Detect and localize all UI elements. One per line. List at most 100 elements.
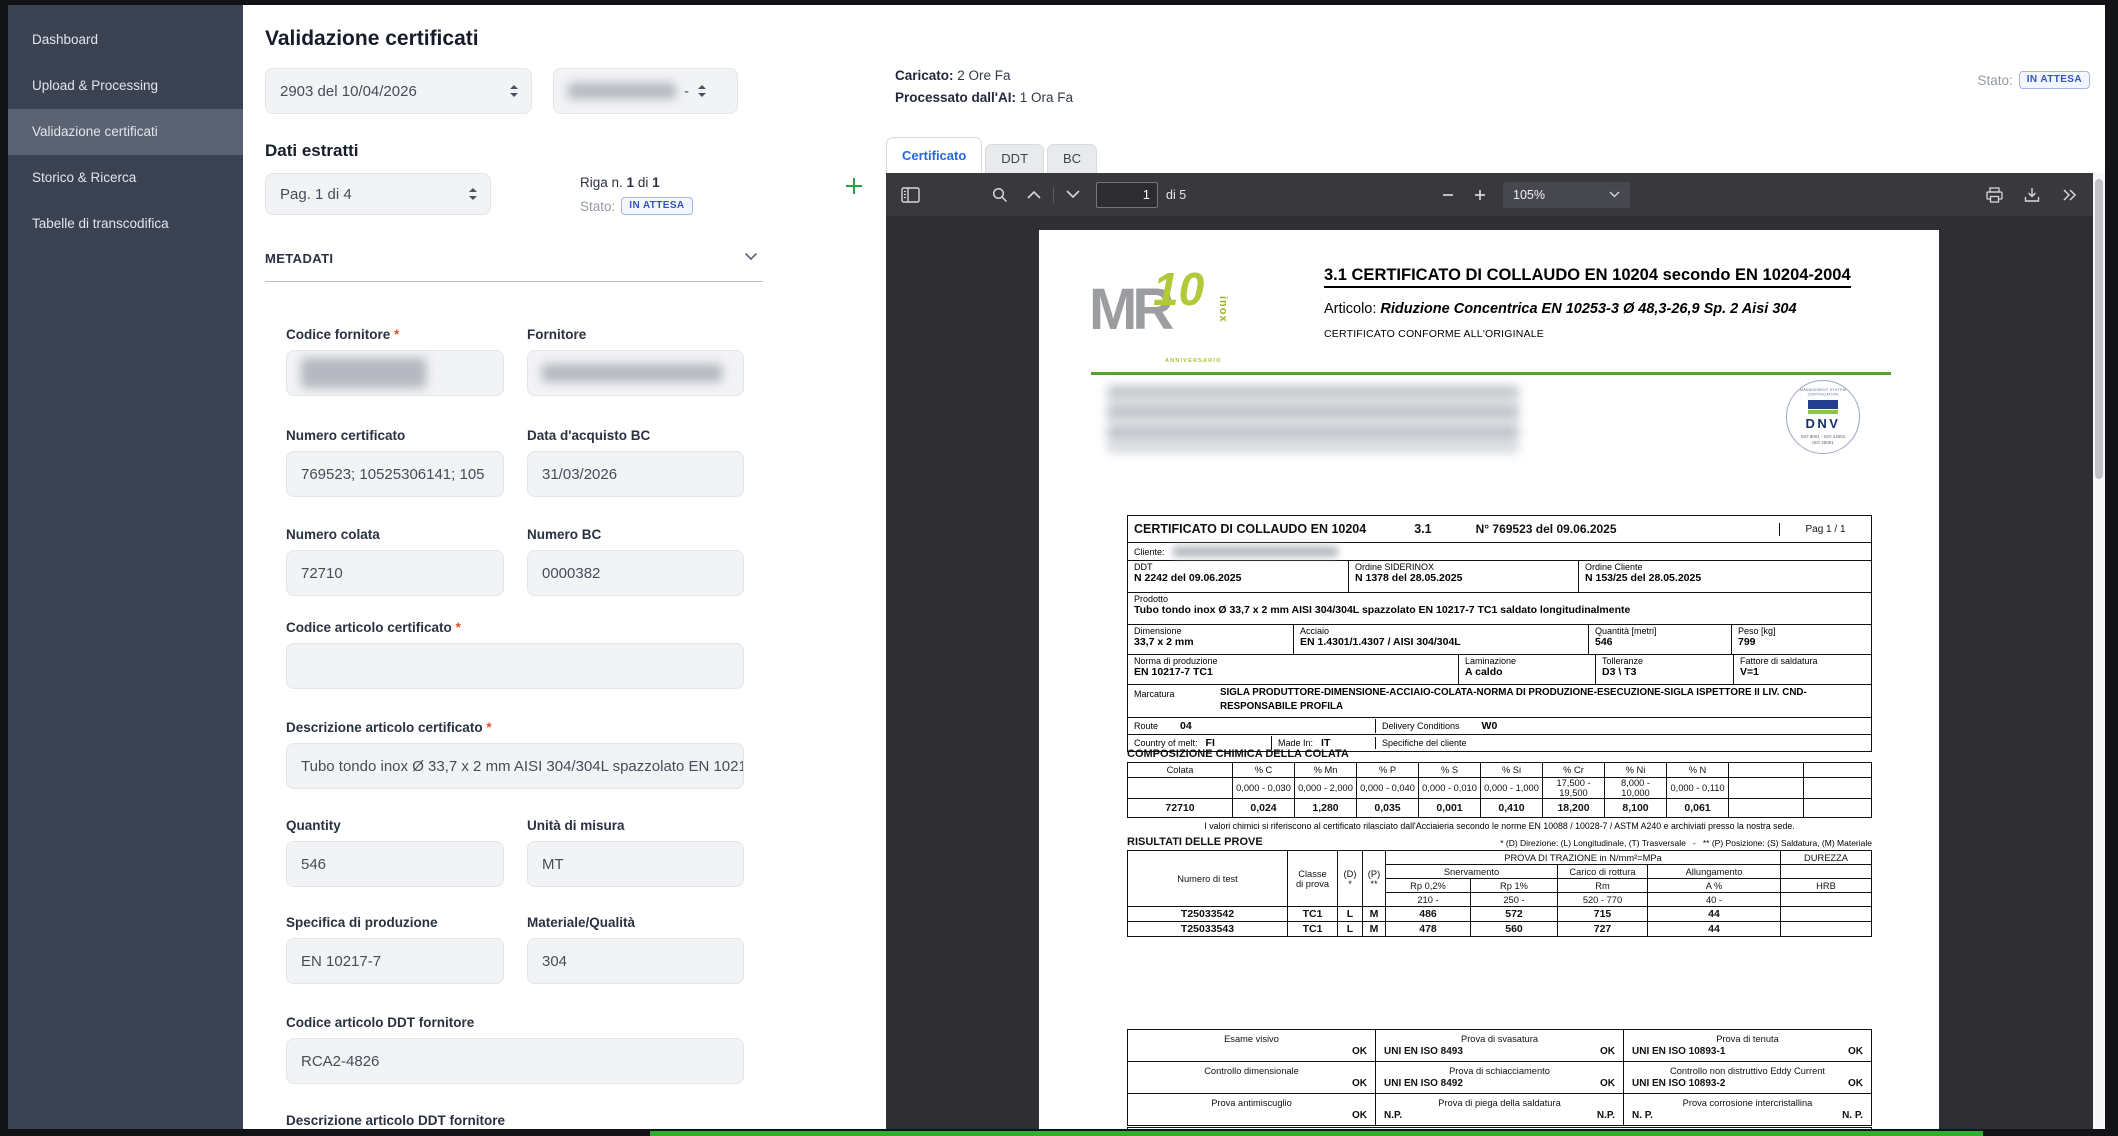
chem-value: 8,100: [1605, 799, 1667, 818]
processato-label: Processato dall'AI:: [895, 90, 1016, 105]
prove-header-allungamento: Allungamento: [1648, 865, 1781, 879]
numero-bc-input[interactable]: 0000382: [527, 550, 744, 596]
prove-header-carico: Carico di rottura: [1558, 865, 1648, 879]
redacted-address-block: [1107, 386, 1519, 452]
dnv-iso-line1: ISO 9001 - ISO 14001: [1801, 434, 1846, 439]
prove-cell: M: [1363, 922, 1386, 937]
ddt-value: N 2242 del 09.06.2025: [1134, 572, 1342, 584]
zoom-level-select[interactable]: 105%: [1503, 182, 1630, 208]
sidebar-item-validazione-certificati[interactable]: Validazione certificati: [8, 109, 243, 155]
prove-range: 520 - 770: [1558, 893, 1648, 907]
test-cell: Prova corrosione intercristallinaN. P.N.…: [1624, 1094, 1872, 1126]
laminazione-value: A caldo: [1465, 666, 1589, 678]
test-cell: Prova di schiacciamentoUNI EN ISO 8492OK: [1376, 1062, 1624, 1094]
unita-misura-input[interactable]: MT: [527, 841, 744, 887]
toolbar-more-icon[interactable]: [2057, 182, 2083, 208]
prove-cell: T25033543: [1128, 922, 1288, 937]
chem-range: 0,000 - 0,110: [1667, 778, 1729, 799]
sidebar-item-tabelle-transcodifica[interactable]: Tabelle di transcodifica: [8, 201, 243, 247]
codice-articolo-ddt-input[interactable]: RCA2-4826: [286, 1038, 744, 1084]
row-select[interactable]: -: [553, 68, 738, 114]
chem-value: 0,001: [1419, 799, 1481, 818]
zoom-in-icon[interactable]: [1467, 182, 1493, 208]
prove-header-a: A %: [1648, 879, 1781, 893]
previous-page-icon[interactable]: [1021, 182, 1047, 208]
dnv-certification-badge: MANAGEMENT SYSTEM CERTIFICATION DNV ISO …: [1781, 380, 1865, 476]
sidebar-item-storico-ricerca[interactable]: Storico & Ricerca: [8, 155, 243, 201]
field-data-acquisto-bc: Data d'acquisto BC 31/03/2026: [527, 428, 744, 497]
materiale-qualita-input[interactable]: 304: [527, 938, 744, 984]
chem-header: % Si: [1481, 763, 1543, 778]
field-value: EN 10217-7: [301, 953, 381, 970]
field-value: Tubo tondo inox Ø 33,7 x 2 mm AISI 304/3…: [301, 758, 744, 775]
peso-label: Peso [kg]: [1738, 626, 1865, 636]
field-unita-misura: Unità di misura MT: [527, 818, 744, 887]
add-row-button[interactable]: [841, 173, 867, 199]
sidebar-toggle-icon[interactable]: [897, 182, 923, 208]
prove-header-d: (D)*: [1338, 851, 1363, 907]
prodotto-label: Prodotto: [1134, 594, 1865, 604]
dimensione-value: 33,7 x 2 mm: [1134, 636, 1287, 648]
sidebar-item-upload-processing[interactable]: Upload & Processing: [8, 63, 243, 109]
zoom-level-value: 105%: [1513, 188, 1609, 202]
field-label: Numero BC: [527, 527, 744, 542]
required-asterisk: *: [456, 620, 461, 635]
numero-colata-input[interactable]: 72710: [286, 550, 504, 596]
norma-value: EN 10217-7 TC1: [1134, 666, 1452, 678]
chem-header: % Ni: [1605, 763, 1667, 778]
page-number-input[interactable]: [1096, 182, 1158, 208]
pdf-scrollbar[interactable]: [2093, 173, 2105, 1129]
fattore-saldatura-label: Fattore di saldatura: [1740, 656, 1865, 666]
codice-articolo-certificato-input[interactable]: [286, 643, 744, 689]
chevron-down-icon[interactable]: [743, 248, 759, 264]
search-icon[interactable]: [987, 182, 1013, 208]
row-select-dash: -: [684, 83, 689, 100]
metadati-header[interactable]: METADATI: [265, 250, 763, 268]
document-select[interactable]: 2903 del 10/04/2026: [265, 68, 532, 114]
logo-anniversario-text: ANNIVERSARIO: [1165, 358, 1222, 364]
field-label: Descrizione articolo certificato: [286, 720, 483, 735]
data-acquisto-bc-input[interactable]: 31/03/2026: [527, 451, 744, 497]
chem-value: 0,061: [1667, 799, 1729, 818]
field-label: Unità di misura: [527, 818, 744, 833]
codice-fornitore-input[interactable]: [286, 350, 504, 396]
chem-value: 0,024: [1233, 799, 1295, 818]
pdf-canvas-area[interactable]: MR 10 inox ANNIVERSARIO 3.1 CERTIFICATO …: [886, 216, 2093, 1129]
page-count-label: di 5: [1166, 188, 1186, 202]
caricato-label: Caricato:: [895, 68, 954, 83]
tab-bc[interactable]: BC: [1047, 144, 1097, 173]
prove-cell: 572: [1471, 907, 1558, 922]
fornitore-input[interactable]: [527, 350, 744, 396]
sidebar-item-dashboard[interactable]: Dashboard: [8, 17, 243, 63]
tab-certificato[interactable]: Certificato: [886, 137, 982, 173]
prove-cell: M: [1363, 907, 1386, 922]
chem-value: 18,200: [1543, 799, 1605, 818]
redacted-row-select-value: [568, 83, 676, 99]
prove-header-rp1: Rp 1%: [1471, 879, 1558, 893]
field-label: Materiale/Qualità: [527, 915, 744, 930]
zoom-out-icon[interactable]: [1435, 182, 1461, 208]
specifica-produzione-input[interactable]: EN 10217-7: [286, 938, 504, 984]
delivery-conditions-value: W0: [1482, 720, 1498, 732]
next-page-icon[interactable]: [1060, 182, 1086, 208]
numero-certificato-input[interactable]: 769523; 10525306141; 105: [286, 451, 504, 497]
field-value: 72710: [301, 565, 343, 582]
print-icon[interactable]: [1981, 182, 2007, 208]
updown-spinner-icon: [697, 84, 707, 98]
page-title: Validazione certificati: [265, 27, 479, 51]
cert-number-date: N° 769523 del 09.06.2025: [1476, 522, 1617, 536]
plus-icon: [844, 176, 864, 196]
sidebar: Dashboard Upload & Processing Validazion…: [8, 5, 243, 1129]
prove-header-numero: Numero di test: [1128, 851, 1288, 907]
prove-note-sep: -: [1693, 838, 1696, 848]
field-numero-colata: Numero colata 72710: [286, 527, 504, 596]
quantity-input[interactable]: 546: [286, 841, 504, 887]
tab-ddt[interactable]: DDT: [985, 144, 1044, 173]
app-window: Dashboard Upload & Processing Validazion…: [8, 5, 2105, 1129]
page-select[interactable]: Pag. 1 di 4: [265, 173, 491, 215]
chem-header: % Cr: [1543, 763, 1605, 778]
download-icon[interactable]: [2019, 182, 2045, 208]
scrollbar-thumb[interactable]: [2095, 179, 2103, 479]
descrizione-articolo-certificato-input[interactable]: Tubo tondo inox Ø 33,7 x 2 mm AISI 304/3…: [286, 743, 744, 789]
chem-header: % P: [1357, 763, 1419, 778]
